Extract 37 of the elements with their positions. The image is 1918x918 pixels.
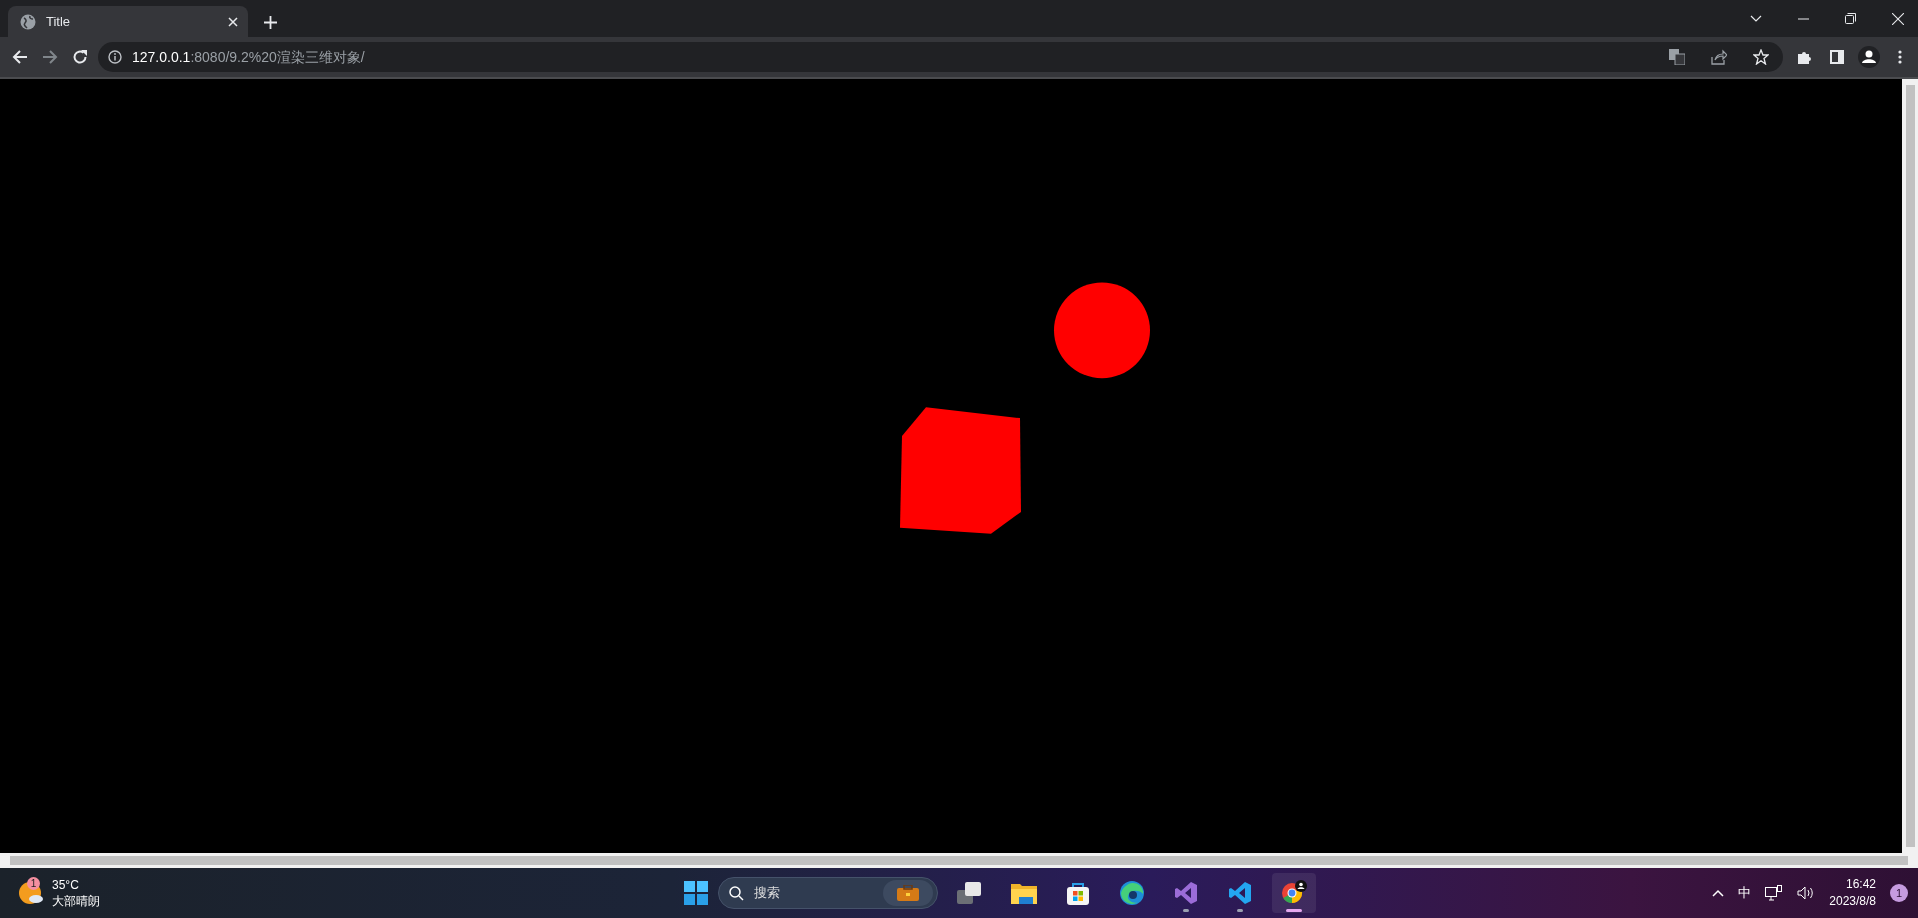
notification-badge[interactable]: 1 <box>1890 884 1908 902</box>
wave-circle-icon <box>1120 881 1144 905</box>
globe-icon <box>20 13 36 30</box>
input-method-indicator[interactable]: 中 <box>1738 883 1752 903</box>
briefcase-icon[interactable] <box>897 885 919 901</box>
temperature: 35°C <box>52 877 80 893</box>
url-text: 127.0.0.1:8080/9.2%20渲染三维对象/ <box>132 47 365 67</box>
restore-icon[interactable] <box>1845 13 1856 24</box>
tab-search-icon[interactable] <box>1750 14 1762 23</box>
browser-tab[interactable]: Title <box>8 6 248 37</box>
share-icon[interactable] <box>1711 49 1727 65</box>
search-bar[interactable]: 搜索 <box>718 877 938 909</box>
network-icon[interactable] <box>1765 885 1784 901</box>
horizontal-scrollbar[interactable] <box>0 853 1918 868</box>
close-tab-icon[interactable] <box>228 16 238 27</box>
shopping-bag-icon <box>1066 881 1090 905</box>
close-icon[interactable] <box>1892 12 1904 25</box>
clock[interactable]: 16:42 2023/8/8 <box>1829 876 1876 910</box>
start-icon[interactable] <box>684 881 708 905</box>
new-tab-icon[interactable] <box>264 16 277 29</box>
star-icon[interactable] <box>1753 49 1769 65</box>
speaker-icon[interactable] <box>1797 886 1816 900</box>
weather-condition: 大部晴朗 <box>52 893 100 909</box>
ribbon-icon <box>1228 881 1252 905</box>
windows-icon <box>957 881 983 905</box>
search-icon <box>729 885 744 901</box>
address-bar[interactable]: 127.0.0.1:8080/9.2%20渲染三维对象/ <box>98 42 1783 72</box>
search-field[interactable]: 搜索 <box>752 882 875 904</box>
browser-logo-icon <box>1281 880 1307 906</box>
chevron-up-icon[interactable] <box>1712 889 1725 897</box>
folder-icon <box>1011 882 1037 904</box>
tab-title: Title <box>46 12 72 31</box>
minimize-icon[interactable] <box>1798 17 1809 20</box>
info-icon <box>108 50 122 64</box>
vertical-scrollbar[interactable] <box>1902 79 1918 853</box>
ribbon-icon <box>1174 881 1198 905</box>
taskbar-app-button[interactable] <box>1272 873 1316 913</box>
